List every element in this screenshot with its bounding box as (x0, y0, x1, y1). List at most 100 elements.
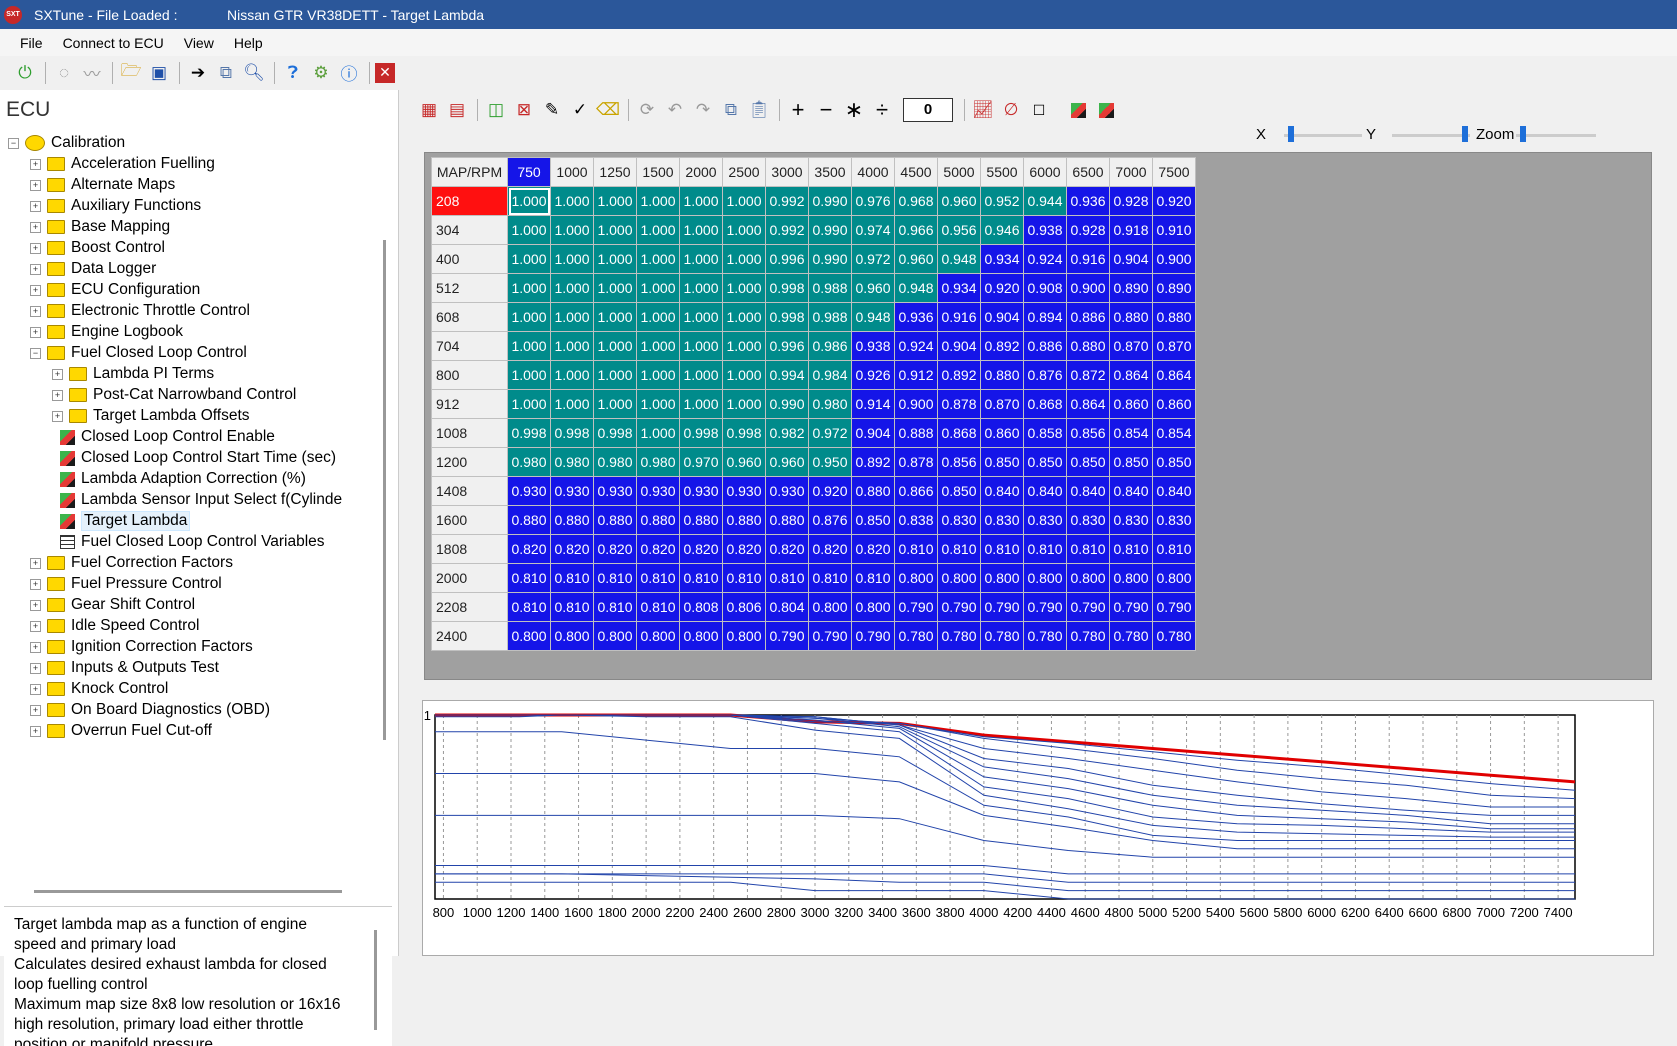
table-cell[interactable]: 0.800 (507, 621, 551, 651)
table-cell[interactable]: 0.930 (507, 476, 551, 506)
table-cell[interactable]: 0.880 (679, 505, 723, 535)
table-cell[interactable]: 0.830 (1066, 505, 1110, 535)
rpm-header[interactable]: 750 (507, 157, 551, 187)
table-cell[interactable]: 1.000 (550, 186, 594, 216)
rpm-header[interactable]: 1000 (550, 157, 594, 187)
copy-icon[interactable]: ⧉ (213, 60, 239, 86)
table-cell[interactable]: 0.780 (894, 621, 938, 651)
table-cell[interactable]: 0.800 (894, 563, 938, 593)
table-cell[interactable]: 0.800 (851, 592, 895, 622)
table-cell[interactable]: 0.840 (1023, 476, 1067, 506)
table-cell[interactable]: 0.916 (937, 302, 981, 332)
map-header[interactable]: 2000 (431, 563, 508, 593)
expand-icon[interactable]: + (30, 200, 41, 212)
menu-view[interactable]: View (174, 35, 224, 51)
table-view-icon[interactable]: ▦ (416, 97, 442, 123)
tree-item-fuel-correction-factors[interactable]: + Fuel Correction Factors (30, 552, 233, 574)
tree-item-engine-logbook[interactable]: + Engine Logbook (30, 321, 183, 343)
table-cell[interactable]: 0.800 (937, 563, 981, 593)
slider-x-thumb[interactable] (1288, 126, 1294, 142)
close-icon[interactable]: ✕ (375, 62, 395, 83)
tree-item-acceleration-fuelling[interactable]: + Acceleration Fuelling (30, 153, 215, 175)
table-cell[interactable]: 0.800 (593, 621, 637, 651)
table-cell[interactable]: 0.850 (1023, 447, 1067, 477)
table-cell[interactable]: 0.880 (507, 505, 551, 535)
table-cell[interactable]: 0.810 (679, 563, 723, 593)
table-cell[interactable]: 0.820 (550, 534, 594, 564)
table-cell[interactable]: 1.000 (679, 244, 723, 274)
table-cell[interactable]: 0.880 (851, 476, 895, 506)
rpm-header[interactable]: 2500 (722, 157, 766, 187)
table-cell[interactable]: 0.892 (980, 331, 1024, 361)
expand-icon[interactable]: + (52, 389, 63, 401)
table-cell[interactable]: 0.800 (980, 563, 1024, 593)
tree-item-ignition-correction-factors[interactable]: + Ignition Correction Factors (30, 636, 253, 658)
tree-item-fuel-closed-loop-control-variables[interactable]: Fuel Closed Loop Control Variables (52, 531, 325, 553)
table-cell[interactable]: 0.870 (1152, 331, 1196, 361)
table-cell[interactable]: 0.998 (679, 418, 723, 448)
table-cell[interactable]: 0.800 (808, 592, 852, 622)
table-cell[interactable]: 0.800 (679, 621, 723, 651)
table-cell[interactable]: 0.780 (937, 621, 981, 651)
table-cell[interactable]: 0.946 (980, 215, 1024, 245)
table-cell[interactable]: 1.000 (722, 244, 766, 274)
table-cell[interactable]: 1.000 (636, 389, 680, 419)
table-cell[interactable]: 0.960 (937, 186, 981, 216)
table-cell[interactable]: 0.934 (980, 244, 1024, 274)
open-folder-icon[interactable]: 🗁 (118, 60, 144, 86)
table-cell[interactable]: 0.840 (1109, 476, 1153, 506)
table-cell[interactable]: 0.864 (1066, 389, 1110, 419)
table-cell[interactable]: 1.000 (593, 389, 637, 419)
slider-x-track[interactable] (1284, 134, 1362, 137)
table-cell[interactable]: 0.820 (722, 534, 766, 564)
table-cell[interactable]: 0.892 (851, 447, 895, 477)
table-cell[interactable]: 0.890 (1152, 273, 1196, 303)
table-cell[interactable]: 0.790 (765, 621, 809, 651)
table-cell[interactable]: 0.920 (980, 273, 1024, 303)
table-cell[interactable]: 0.806 (722, 592, 766, 622)
table-cell[interactable]: 0.870 (980, 389, 1024, 419)
copy-icon[interactable]: ⧉ (718, 97, 744, 123)
expand-icon[interactable]: + (30, 704, 41, 716)
table-edit-icon[interactable]: ▤ (444, 97, 470, 123)
table-cell[interactable]: 0.790 (894, 592, 938, 622)
menu-connect[interactable]: Connect to ECU (53, 35, 174, 51)
table-cell[interactable]: 0.934 (937, 273, 981, 303)
table-cell[interactable]: 1.000 (550, 389, 594, 419)
table-cell[interactable]: 0.830 (980, 505, 1024, 535)
edit-check-icon[interactable]: ✓ (567, 97, 593, 123)
operation-value-input[interactable]: 0 (903, 98, 953, 122)
info-icon[interactable]: ⓘ (336, 60, 362, 86)
logger-icon[interactable]: 〰 (79, 60, 105, 86)
table-cell[interactable]: 0.980 (808, 389, 852, 419)
table-cell[interactable]: 0.992 (765, 186, 809, 216)
table-cell[interactable]: 0.880 (550, 505, 594, 535)
table-cell[interactable]: 0.850 (937, 476, 981, 506)
table-cell[interactable]: 0.990 (808, 244, 852, 274)
tree-vertical-scrollbar[interactable] (383, 240, 386, 740)
tree-root-calibration[interactable]: − Calibration (8, 132, 125, 154)
table-cell[interactable]: 0.860 (980, 418, 1024, 448)
table-cell[interactable]: 0.998 (593, 418, 637, 448)
description-scrollbar[interactable] (374, 930, 377, 1030)
table-cell[interactable]: 0.810 (851, 563, 895, 593)
table-cell[interactable]: 0.944 (1023, 186, 1067, 216)
search-icon[interactable]: 🔍︎ (241, 60, 267, 86)
table-cell[interactable]: 0.998 (765, 273, 809, 303)
table-cell[interactable]: 0.868 (1023, 389, 1067, 419)
rpm-header[interactable]: 7000 (1109, 157, 1153, 187)
table-cell[interactable]: 0.810 (1066, 534, 1110, 564)
table-cell[interactable]: 0.880 (1152, 302, 1196, 332)
edit-pencil-icon[interactable]: ✎ (539, 97, 565, 123)
table-cell[interactable]: 1.000 (636, 418, 680, 448)
expand-icon[interactable]: + (30, 326, 41, 338)
tree-item-base-mapping[interactable]: + Base Mapping (30, 216, 170, 238)
table-cell[interactable]: 0.880 (722, 505, 766, 535)
map-header[interactable]: 2208 (431, 592, 508, 622)
map-header[interactable]: 912 (431, 389, 508, 419)
table-cell[interactable]: 0.790 (937, 592, 981, 622)
expand-icon[interactable]: + (30, 599, 41, 611)
table-cell[interactable]: 1.000 (593, 273, 637, 303)
table-cell[interactable]: 0.924 (894, 331, 938, 361)
table-cell[interactable]: 0.858 (1023, 418, 1067, 448)
